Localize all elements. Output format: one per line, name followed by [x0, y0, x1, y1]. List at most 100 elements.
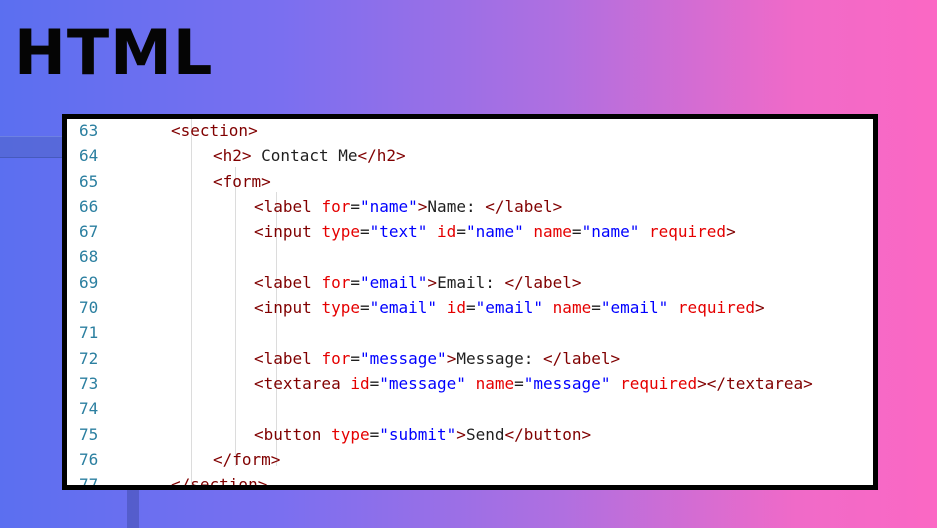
code-token: </label> [485, 196, 563, 216]
line-code-text: <form> [213, 169, 271, 194]
code-token: <textarea [254, 373, 351, 393]
line-code-text: <label for="name">Name: </label> [254, 194, 562, 219]
code-token: Contact Me [251, 146, 358, 166]
code-token: = [369, 424, 380, 444]
line-number: 73 [79, 373, 99, 393]
code-token: Email: [437, 272, 505, 292]
code-token: "email" [369, 298, 438, 318]
line-number: 65 [79, 171, 99, 191]
code-token: required [620, 373, 698, 393]
code-token: = [350, 348, 360, 368]
code-token: > [446, 348, 457, 368]
code-token: </form> [213, 449, 281, 469]
code-token: = [465, 298, 476, 318]
code-token: = [350, 196, 360, 216]
code-lines: 63 <section> 64 <h2> Contact Me</h2> 65 <form… [67, 119, 873, 490]
code-token: = [359, 222, 370, 242]
code-token: for [321, 348, 351, 368]
code-token: Name: [427, 196, 486, 216]
line-number: 66 [79, 196, 99, 216]
line-code-text: </form> [213, 447, 280, 472]
line-code-text: <input type="email" id="email" name="ema… [254, 295, 765, 320]
code-token: "email" [475, 298, 544, 318]
line-number: 75 [79, 424, 99, 444]
code-token: </textarea> [706, 373, 813, 393]
code-line: 68 [67, 244, 873, 269]
line-number: 77 [79, 475, 99, 490]
line-code-text: <label for="email">Email: </label> [254, 270, 582, 295]
code-token: name [475, 373, 515, 393]
code-token: id [446, 298, 466, 318]
code-line: 76 </form> [67, 447, 873, 472]
code-token: = [591, 298, 601, 318]
code-token: id [437, 222, 457, 242]
code-token: </label> [543, 348, 621, 368]
line-code-text: <h2> Contact Me</h2> [213, 143, 406, 168]
code-token: = [350, 272, 360, 292]
code-line: 70 <input type="email" id="email" name="e… [67, 295, 873, 320]
code-line: 77 </section> [67, 472, 873, 490]
code-token: = [369, 373, 380, 393]
line-number: 74 [79, 399, 99, 419]
line-code-text: <label for="message">Message: </label> [254, 346, 620, 371]
line-number: 72 [79, 348, 99, 368]
line-code-text: <textarea id="message" name="message" re… [254, 371, 813, 396]
code-token: "email" [600, 298, 669, 318]
code-token: <h2> [213, 146, 252, 166]
line-number: 70 [79, 298, 99, 318]
code-token: > [417, 196, 428, 216]
code-token: </section> [171, 475, 268, 490]
code-token: "message" [359, 348, 447, 368]
code-token: <label [254, 272, 322, 292]
code-line: 64 <h2> Contact Me</h2> [67, 143, 873, 168]
code-token: <section> [171, 121, 258, 140]
code-token: "text" [369, 222, 428, 242]
code-token: Send [465, 424, 505, 444]
code-line: 71 [67, 320, 873, 345]
line-number: 68 [79, 247, 99, 267]
code-line: 69 <label for="email">Email: </label> [67, 270, 873, 295]
line-number: 63 [79, 121, 99, 140]
code-token: <form> [213, 171, 271, 191]
code-token: "message" [379, 373, 466, 393]
code-token: "name" [359, 196, 418, 216]
code-token: > [754, 298, 765, 318]
line-code-text: </section> [171, 472, 268, 490]
line-code-text: <button type="submit">Send</button> [254, 422, 591, 447]
code-token: required [649, 222, 727, 242]
code-token: = [514, 373, 524, 393]
line-code-text: <section> [171, 119, 258, 143]
code-line: 74 [67, 396, 873, 421]
code-token: "submit" [379, 424, 457, 444]
code-token: > [427, 272, 438, 292]
line-code-text: <input type="text" id="name" name="name"… [254, 219, 736, 244]
code-token: "name" [581, 222, 640, 242]
code-token: "message" [523, 373, 611, 393]
code-token: type [321, 222, 360, 242]
code-token: <label [254, 348, 322, 368]
code-token: for [321, 272, 351, 292]
code-token: = [571, 222, 582, 242]
code-token: </h2> [357, 146, 406, 166]
code-token: "email" [359, 272, 428, 292]
code-line: 73 <textarea id="message" name="message" … [67, 371, 873, 396]
code-token: name [533, 222, 572, 242]
code-line: 75 <button type="submit">Send</button> [67, 422, 873, 447]
line-number: 76 [79, 449, 99, 469]
line-number: 67 [79, 222, 99, 242]
code-line: 72 <label for="message">Message: </label> [67, 346, 873, 371]
code-token: <label [254, 196, 322, 216]
background-decor-bar [0, 136, 64, 158]
code-token: <input [254, 298, 322, 318]
code-token: <button [254, 424, 332, 444]
page-title: HTML [14, 16, 214, 89]
code-token: > [456, 424, 466, 444]
